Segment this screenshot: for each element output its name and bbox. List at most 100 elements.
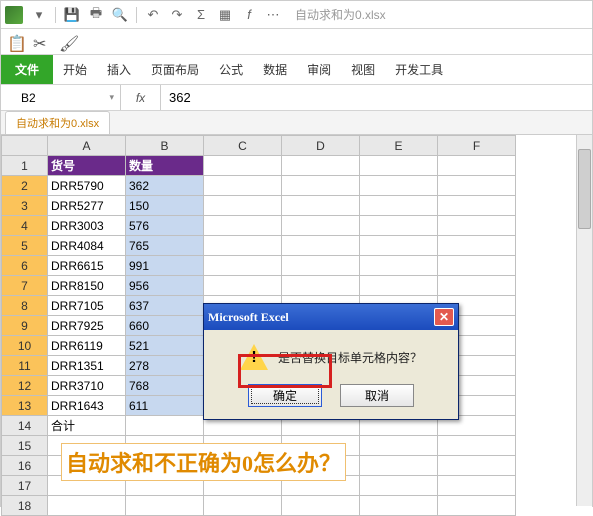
cell-C7[interactable] — [204, 276, 282, 296]
row-header-9[interactable]: 9 — [2, 316, 48, 336]
row-header-18[interactable]: 18 — [2, 496, 48, 516]
row-header-6[interactable]: 6 — [2, 256, 48, 276]
cell-E4[interactable] — [360, 216, 438, 236]
dropdown-icon[interactable]: ▾ — [31, 7, 47, 23]
cell-A11[interactable]: DRR1351 — [48, 356, 126, 376]
vertical-scrollbar[interactable] — [576, 135, 592, 506]
cell-B9[interactable]: 660 — [126, 316, 204, 336]
cell-B11[interactable]: 278 — [126, 356, 204, 376]
tab-review[interactable]: 审阅 — [297, 55, 341, 84]
cell-F1[interactable] — [438, 156, 516, 176]
row-header-4[interactable]: 4 — [2, 216, 48, 236]
cell-A4[interactable]: DRR3003 — [48, 216, 126, 236]
close-icon[interactable]: ✕ — [434, 308, 454, 326]
row-header-17[interactable]: 17 — [2, 476, 48, 496]
tab-layout[interactable]: 页面布局 — [141, 55, 209, 84]
cell-B4[interactable]: 576 — [126, 216, 204, 236]
col-header-C[interactable]: C — [204, 136, 282, 156]
cell-E1[interactable] — [360, 156, 438, 176]
row-header-16[interactable]: 16 — [2, 456, 48, 476]
cell-A9[interactable]: DRR7925 — [48, 316, 126, 336]
cell-E7[interactable] — [360, 276, 438, 296]
cell-B6[interactable]: 991 — [126, 256, 204, 276]
cell-F16[interactable] — [438, 456, 516, 476]
cell-E2[interactable] — [360, 176, 438, 196]
cell-E5[interactable] — [360, 236, 438, 256]
fx-label[interactable]: fx — [121, 85, 161, 110]
tab-home[interactable]: 开始 — [53, 55, 97, 84]
print-icon[interactable]: 🖶 — [88, 7, 104, 23]
col-header-B[interactable]: B — [126, 136, 204, 156]
cell-A1[interactable]: 货号 — [48, 156, 126, 176]
cell-E6[interactable] — [360, 256, 438, 276]
col-header-E[interactable]: E — [360, 136, 438, 156]
select-all-corner[interactable] — [2, 136, 48, 156]
cell-A13[interactable]: DRR1643 — [48, 396, 126, 416]
cell-E3[interactable] — [360, 196, 438, 216]
preview-icon[interactable]: 🔍 — [112, 7, 128, 23]
cell-D5[interactable] — [282, 236, 360, 256]
cell-F17[interactable] — [438, 476, 516, 496]
cell-B8[interactable]: 637 — [126, 296, 204, 316]
cell-A12[interactable]: DRR3710 — [48, 376, 126, 396]
cell-A14[interactable]: 合计 — [48, 416, 126, 436]
col-header-F[interactable]: F — [438, 136, 516, 156]
more-icon[interactable]: ⋯ — [265, 7, 281, 23]
cancel-button[interactable]: 取消 — [340, 384, 414, 407]
cell-C3[interactable] — [204, 196, 282, 216]
save-icon[interactable]: 💾 — [64, 7, 80, 23]
row-header-10[interactable]: 10 — [2, 336, 48, 356]
row-header-13[interactable]: 13 — [2, 396, 48, 416]
cell-B18[interactable] — [126, 496, 204, 516]
row-header-14[interactable]: 14 — [2, 416, 48, 436]
cell-A18[interactable] — [48, 496, 126, 516]
workbook-tab[interactable]: 自动求和为0.xlsx — [5, 111, 110, 134]
undo-icon[interactable]: ↶ — [145, 7, 161, 23]
row-header-5[interactable]: 5 — [2, 236, 48, 256]
row-header-1[interactable]: 1 — [2, 156, 48, 176]
cell-C6[interactable] — [204, 256, 282, 276]
brush-icon[interactable]: 🖌 — [59, 34, 75, 50]
row-header-8[interactable]: 8 — [2, 296, 48, 316]
cell-D6[interactable] — [282, 256, 360, 276]
paste-icon[interactable]: 📋 — [7, 34, 23, 50]
cell-B5[interactable]: 765 — [126, 236, 204, 256]
row-header-15[interactable]: 15 — [2, 436, 48, 456]
scrollbar-thumb[interactable] — [578, 149, 591, 229]
cell-D18[interactable] — [282, 496, 360, 516]
cell-B2[interactable]: 362 — [126, 176, 204, 196]
file-tab[interactable]: 文件 — [1, 55, 53, 84]
cell-C5[interactable] — [204, 236, 282, 256]
cell-A5[interactable]: DRR4084 — [48, 236, 126, 256]
cell-F7[interactable] — [438, 276, 516, 296]
fx-icon[interactable]: f — [241, 7, 257, 23]
row-header-12[interactable]: 12 — [2, 376, 48, 396]
sigma-icon[interactable]: Σ — [193, 7, 209, 23]
table-icon[interactable]: ▦ — [217, 7, 233, 23]
row-header-3[interactable]: 3 — [2, 196, 48, 216]
cell-F15[interactable] — [438, 436, 516, 456]
cell-F6[interactable] — [438, 256, 516, 276]
cell-B1[interactable]: 数量 — [126, 156, 204, 176]
cell-B13[interactable]: 611 — [126, 396, 204, 416]
cell-E15[interactable] — [360, 436, 438, 456]
ok-button[interactable]: 确定 — [248, 384, 322, 407]
tab-view[interactable]: 视图 — [341, 55, 385, 84]
cell-E18[interactable] — [360, 496, 438, 516]
cell-A10[interactable]: DRR6119 — [48, 336, 126, 356]
cell-D2[interactable] — [282, 176, 360, 196]
cell-A6[interactable]: DRR6615 — [48, 256, 126, 276]
cell-B7[interactable]: 956 — [126, 276, 204, 296]
col-header-A[interactable]: A — [48, 136, 126, 156]
cell-C2[interactable] — [204, 176, 282, 196]
cell-D1[interactable] — [282, 156, 360, 176]
tab-devtools[interactable]: 开发工具 — [385, 55, 453, 84]
cell-A2[interactable]: DRR5790 — [48, 176, 126, 196]
cell-F3[interactable] — [438, 196, 516, 216]
cell-A7[interactable]: DRR8150 — [48, 276, 126, 296]
col-header-D[interactable]: D — [282, 136, 360, 156]
cell-F2[interactable] — [438, 176, 516, 196]
cell-E17[interactable] — [360, 476, 438, 496]
cell-D7[interactable] — [282, 276, 360, 296]
cut-icon[interactable]: ✂ — [33, 34, 49, 50]
